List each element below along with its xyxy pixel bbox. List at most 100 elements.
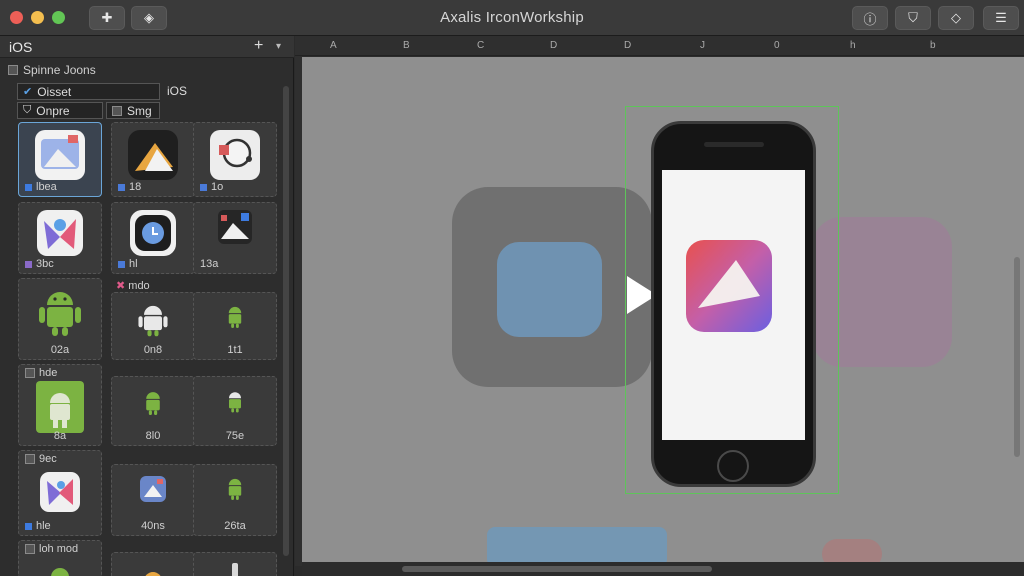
- icon-cell[interactable]: lbea: [18, 122, 102, 197]
- app-icon-preview: [686, 240, 772, 332]
- sidebar-header: iOS + ▾: [0, 36, 294, 58]
- icon-cell-label: 8a: [53, 430, 67, 442]
- ghost-icon-tile: [487, 527, 667, 562]
- icon-cell-label: 40ns: [141, 520, 165, 532]
- app-icon-colorful: [37, 210, 83, 256]
- horizontal-ruler: A B C D D J 0 h b: [295, 36, 1024, 56]
- close-icon: ✖: [116, 280, 126, 292]
- check-icon: ✔: [23, 86, 33, 98]
- panel-icon: ☰: [995, 10, 1007, 25]
- icon-cell-label: 13a: [200, 258, 219, 270]
- info-button[interactable]: ⓘ: [852, 6, 888, 30]
- phone-screen: [662, 170, 805, 440]
- shield-icon: ⛉: [908, 10, 918, 25]
- chevron-down-icon[interactable]: ▾: [276, 41, 281, 52]
- clock-app-icon: [130, 210, 176, 256]
- section-checkbox[interactable]: [8, 65, 18, 75]
- smg-checkbox[interactable]: [112, 105, 122, 116]
- info-icon: ⓘ: [863, 11, 877, 27]
- layers-icon: ◇: [951, 10, 961, 25]
- group-label: hde: [25, 367, 57, 379]
- icon-cell[interactable]: 9ec hle: [18, 450, 102, 536]
- chat-bubble-icon: [210, 130, 260, 180]
- icon-cell[interactable]: [193, 552, 277, 576]
- canvas-horizontal-scrollbar[interactable]: [302, 562, 1024, 576]
- android-green-icon: [36, 381, 84, 433]
- icon-cell-label: 8l0: [145, 430, 161, 442]
- icon-cell-label: 26ta: [224, 520, 246, 532]
- android-icon: [146, 392, 160, 416]
- icon-cell[interactable]: loh mod: [18, 540, 102, 576]
- icon-cell[interactable]: 1o: [193, 122, 277, 197]
- photo-icon: [140, 476, 166, 502]
- icon-cell-label: lbea: [25, 181, 57, 193]
- home-button: [717, 450, 749, 482]
- group-label: loh mod: [25, 543, 78, 555]
- layers-button[interactable]: ◇: [938, 6, 974, 30]
- ghost-icon-tile: [497, 242, 602, 337]
- app-icon-colorful: [40, 472, 80, 512]
- ruler-tick: 0: [774, 40, 780, 51]
- icon-cell[interactable]: 26ta: [193, 464, 277, 536]
- icon-cell[interactable]: 02a: [18, 278, 102, 360]
- android-icon: [39, 292, 81, 336]
- icon-cell[interactable]: 1t1: [193, 292, 277, 360]
- phone-speaker: [704, 142, 764, 147]
- icon-cell[interactable]: hl: [111, 202, 195, 274]
- ruler-tick: A: [330, 40, 337, 51]
- app-icon-orange: [145, 572, 161, 576]
- icon-cell-label: hle: [25, 520, 51, 532]
- add-item-button[interactable]: +: [254, 37, 263, 55]
- android-icon: [229, 392, 241, 413]
- icon-cell[interactable]: 0n8: [111, 292, 195, 360]
- android-icon: [228, 306, 242, 328]
- shield-button[interactable]: ⛉: [895, 6, 931, 30]
- ruler-tick: D: [550, 40, 558, 51]
- mountain-icon: [128, 130, 178, 180]
- sidebar-scrollbar[interactable]: [283, 86, 289, 556]
- icon-cell-label: hl: [118, 258, 138, 270]
- android-icon: [228, 478, 242, 500]
- icon-cell[interactable]: 40ns: [111, 464, 195, 536]
- platform-label: iOS: [167, 84, 188, 98]
- icon-cell[interactable]: [111, 552, 195, 576]
- shield-icon: ⛉: [23, 104, 32, 116]
- app-icon-gradient: [35, 130, 85, 180]
- photo-icon: [218, 210, 252, 244]
- asset-filter[interactable]: ✔ Oisset: [17, 83, 160, 100]
- panel-button[interactable]: ☰: [983, 6, 1019, 30]
- android-icon: [138, 305, 168, 337]
- sidebar-platform-label: iOS: [9, 39, 33, 55]
- icon-cell-label: 02a: [50, 344, 70, 356]
- ruler-tick: B: [403, 40, 410, 51]
- vertical-ruler: [295, 56, 302, 566]
- android-icon: [232, 563, 238, 576]
- canvas-vertical-scrollbar[interactable]: [1014, 257, 1020, 457]
- scroll-thumb[interactable]: [402, 566, 712, 572]
- section-header[interactable]: Spinne Joons: [8, 63, 96, 77]
- group-label: ✖ mdo: [116, 280, 150, 292]
- icon-cell[interactable]: 13a: [193, 202, 277, 274]
- ruler-tick: h: [850, 40, 856, 51]
- ghost-icon-tile: [822, 539, 882, 562]
- icon-cell-label: 1t1: [227, 344, 243, 356]
- icon-cell-label: 3bc: [25, 258, 54, 270]
- group-label: 9ec: [25, 453, 57, 465]
- app-window: ✚ ◈ Axalis IrconWorkship ⓘ ⛉ ◇ ☰ iOS + ▾…: [0, 0, 1024, 576]
- icon-cell[interactable]: 18: [111, 122, 195, 197]
- icon-cell[interactable]: 3bc: [18, 202, 102, 274]
- icon-cell-label: 18: [118, 181, 141, 193]
- icon-cell[interactable]: hde 8a: [18, 364, 102, 446]
- smg-filter[interactable]: Smg: [106, 102, 160, 119]
- ruler-tick: C: [477, 40, 485, 51]
- preview-canvas[interactable]: [302, 57, 1024, 562]
- icon-cell-label: 1o: [200, 181, 223, 193]
- sidebar: iOS + ▾ Spinne Joons ✔ Oisset iOS ⛉ Onpr…: [0, 36, 294, 576]
- icon-cell-label: 0n8: [143, 344, 163, 356]
- android-icon: [51, 568, 69, 576]
- icon-cell-label: 75e: [225, 430, 245, 442]
- onpre-filter[interactable]: ⛉ Onpre: [17, 102, 103, 119]
- icon-cell[interactable]: 8l0: [111, 376, 195, 446]
- section-title: Spinne Joons: [23, 63, 96, 77]
- icon-cell[interactable]: 75e: [193, 376, 277, 446]
